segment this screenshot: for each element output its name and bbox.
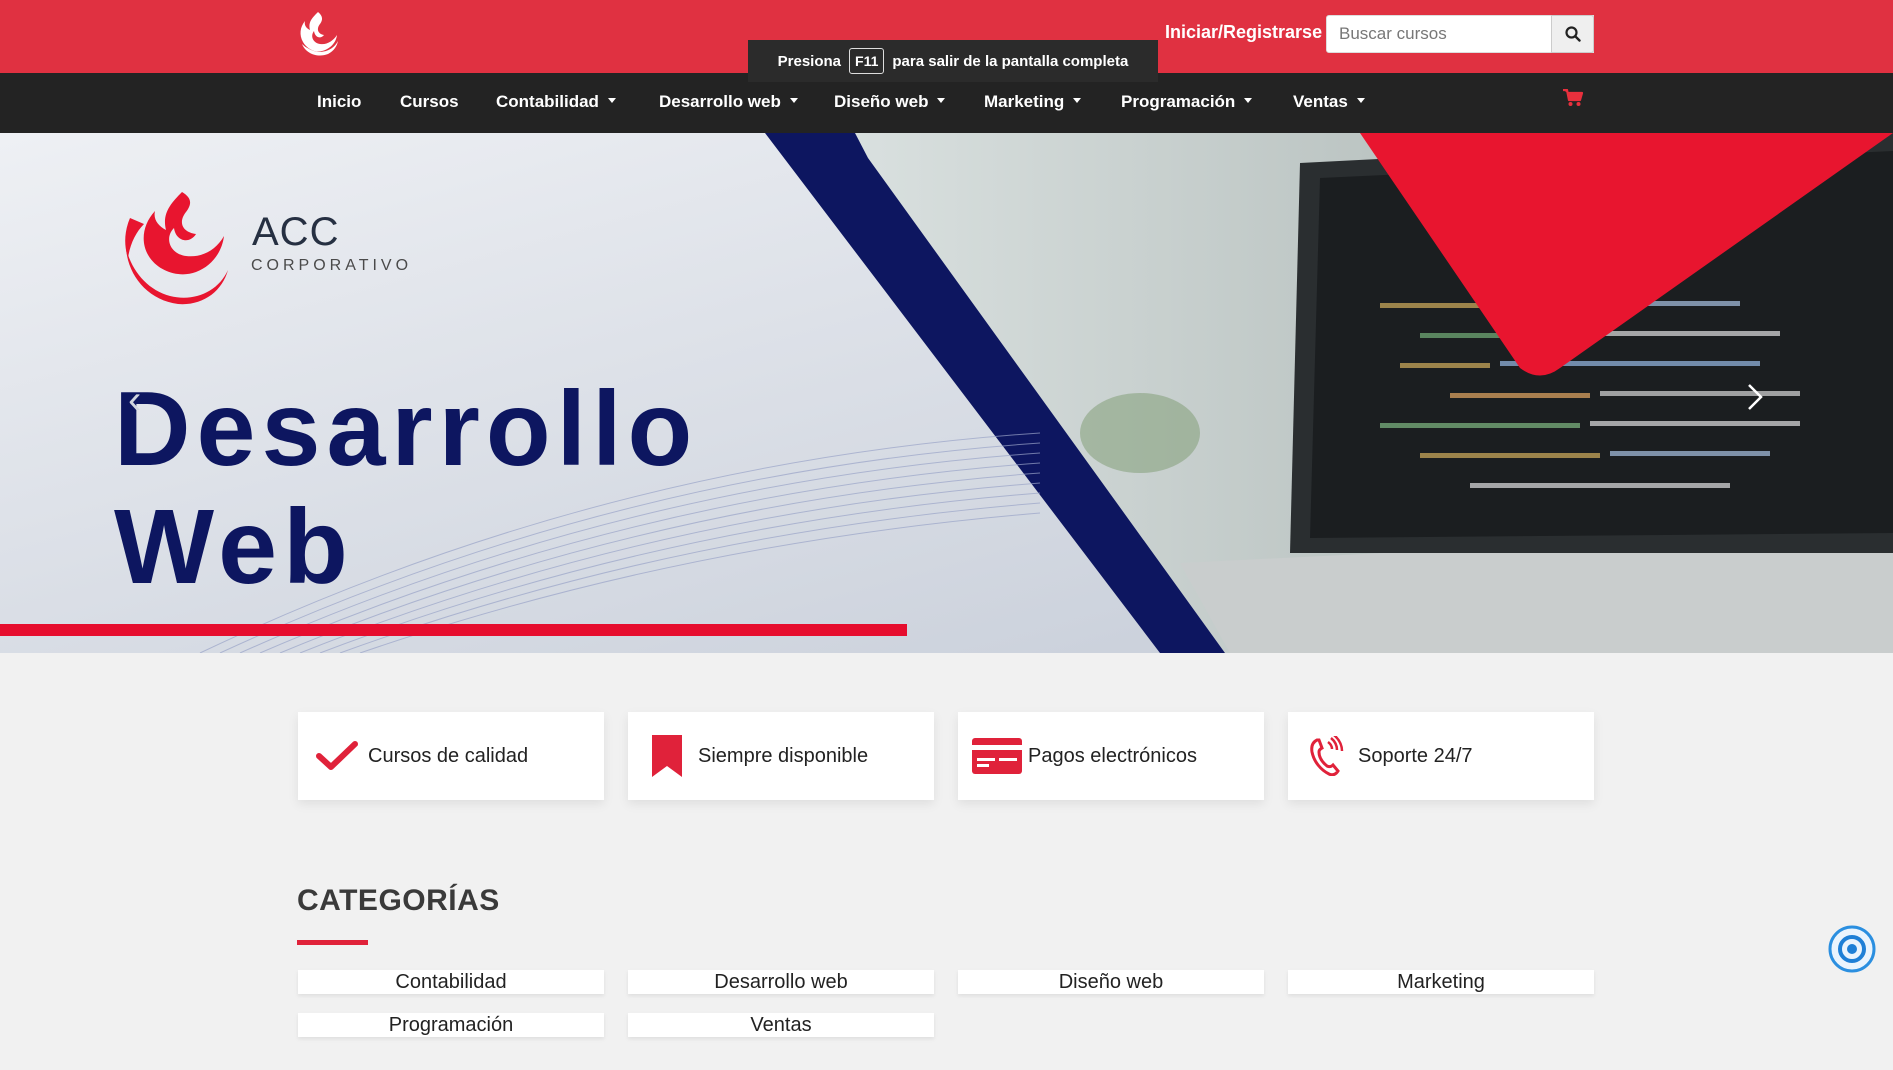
nav-item-label: Cursos [400,92,459,111]
fullscreen-notice-suffix: para salir de la pantalla completa [892,52,1129,70]
feature-label: Soporte 24/7 [1358,744,1473,767]
caret-down-icon [789,98,798,104]
site-logo-icon[interactable] [296,8,340,60]
hero-title-line1: Desarrollo [114,370,699,488]
nav-item-inicio[interactable]: Inicio [317,92,361,112]
feature-card-support: Soporte 24/7 [1288,712,1594,800]
search-icon [1564,26,1581,42]
nav-item-contabilidad[interactable]: Contabilidad [496,92,616,112]
brand-name: ACC [252,210,340,254]
feature-card-quality: Cursos de calidad [298,712,604,800]
category-diseno-web[interactable]: Diseño web [958,970,1264,994]
category-marketing[interactable]: Marketing [1288,970,1594,994]
category-programacion[interactable]: Programación [298,1013,604,1037]
categories-heading: CATEGORÍAS [297,884,500,917]
phone-icon [1302,734,1352,778]
nav-item-programacion[interactable]: Programación [1121,92,1253,112]
fullscreen-notice: Presiona F11 para salir de la pantalla c… [748,40,1158,82]
shopping-cart-icon[interactable] [1563,89,1583,107]
nav-item-label: Marketing [984,92,1065,111]
nav-item-diseno-web[interactable]: Diseño web [834,92,946,112]
f11-key: F11 [849,48,885,74]
carousel-next-icon[interactable] [1741,373,1769,421]
search-button[interactable] [1551,15,1594,53]
caret-down-icon [1356,98,1365,104]
nav-item-label: Contabilidad [496,92,599,111]
feature-card-availability: Siempre disponible [628,712,934,800]
category-desarrollo-web[interactable]: Desarrollo web [628,970,934,994]
hero-accent-bar [0,624,907,636]
nav-item-ventas[interactable]: Ventas [1293,92,1365,112]
nav-item-label: Ventas [1293,92,1348,111]
acc-logo-icon [125,192,228,305]
login-register-link[interactable]: Iniciar/Registrarse [1165,22,1322,43]
credit-card-icon [972,734,1022,778]
category-ventas[interactable]: Ventas [628,1013,934,1037]
nav-item-desarrollo-web[interactable]: Desarrollo web [659,92,798,112]
caret-down-icon [1073,98,1082,104]
nav-item-label: Inicio [317,92,362,111]
fullscreen-notice-prefix: Presiona [777,52,842,70]
category-contabilidad[interactable]: Contabilidad [298,970,604,994]
nav-item-label: Desarrollo web [659,92,781,111]
carousel-prev-icon[interactable]: ‹ [128,378,141,423]
hero-title: Desarrollo Web [114,370,698,606]
nav-item-label: Diseño web [834,92,929,111]
feature-label: Cursos de calidad [368,744,529,767]
nav-item-label: Programación [1121,92,1236,111]
nav-item-cursos[interactable]: Cursos [400,92,459,112]
caret-down-icon [607,98,616,104]
feature-card-payments: Pagos electrónicos [958,712,1264,800]
feature-label: Siempre disponible [698,744,869,767]
bookmark-icon [642,734,692,778]
caret-down-icon [937,98,946,104]
main-nav: Inicio Cursos Contabilidad Desarrollo we… [0,73,1893,133]
feature-label: Pagos electrónicos [1028,744,1197,767]
caret-down-icon [1244,98,1253,104]
brand-subtitle: CORPORATIVO [251,257,413,274]
hero-title-line2: Web [114,488,354,606]
hero-carousel: ACC CORPORATIVO Desarrollo Web ‹ [0,133,1893,653]
check-icon [312,734,362,778]
nav-item-marketing[interactable]: Marketing [984,92,1082,112]
assistant-widget-icon[interactable] [1828,925,1876,973]
categories-underline [297,940,368,945]
